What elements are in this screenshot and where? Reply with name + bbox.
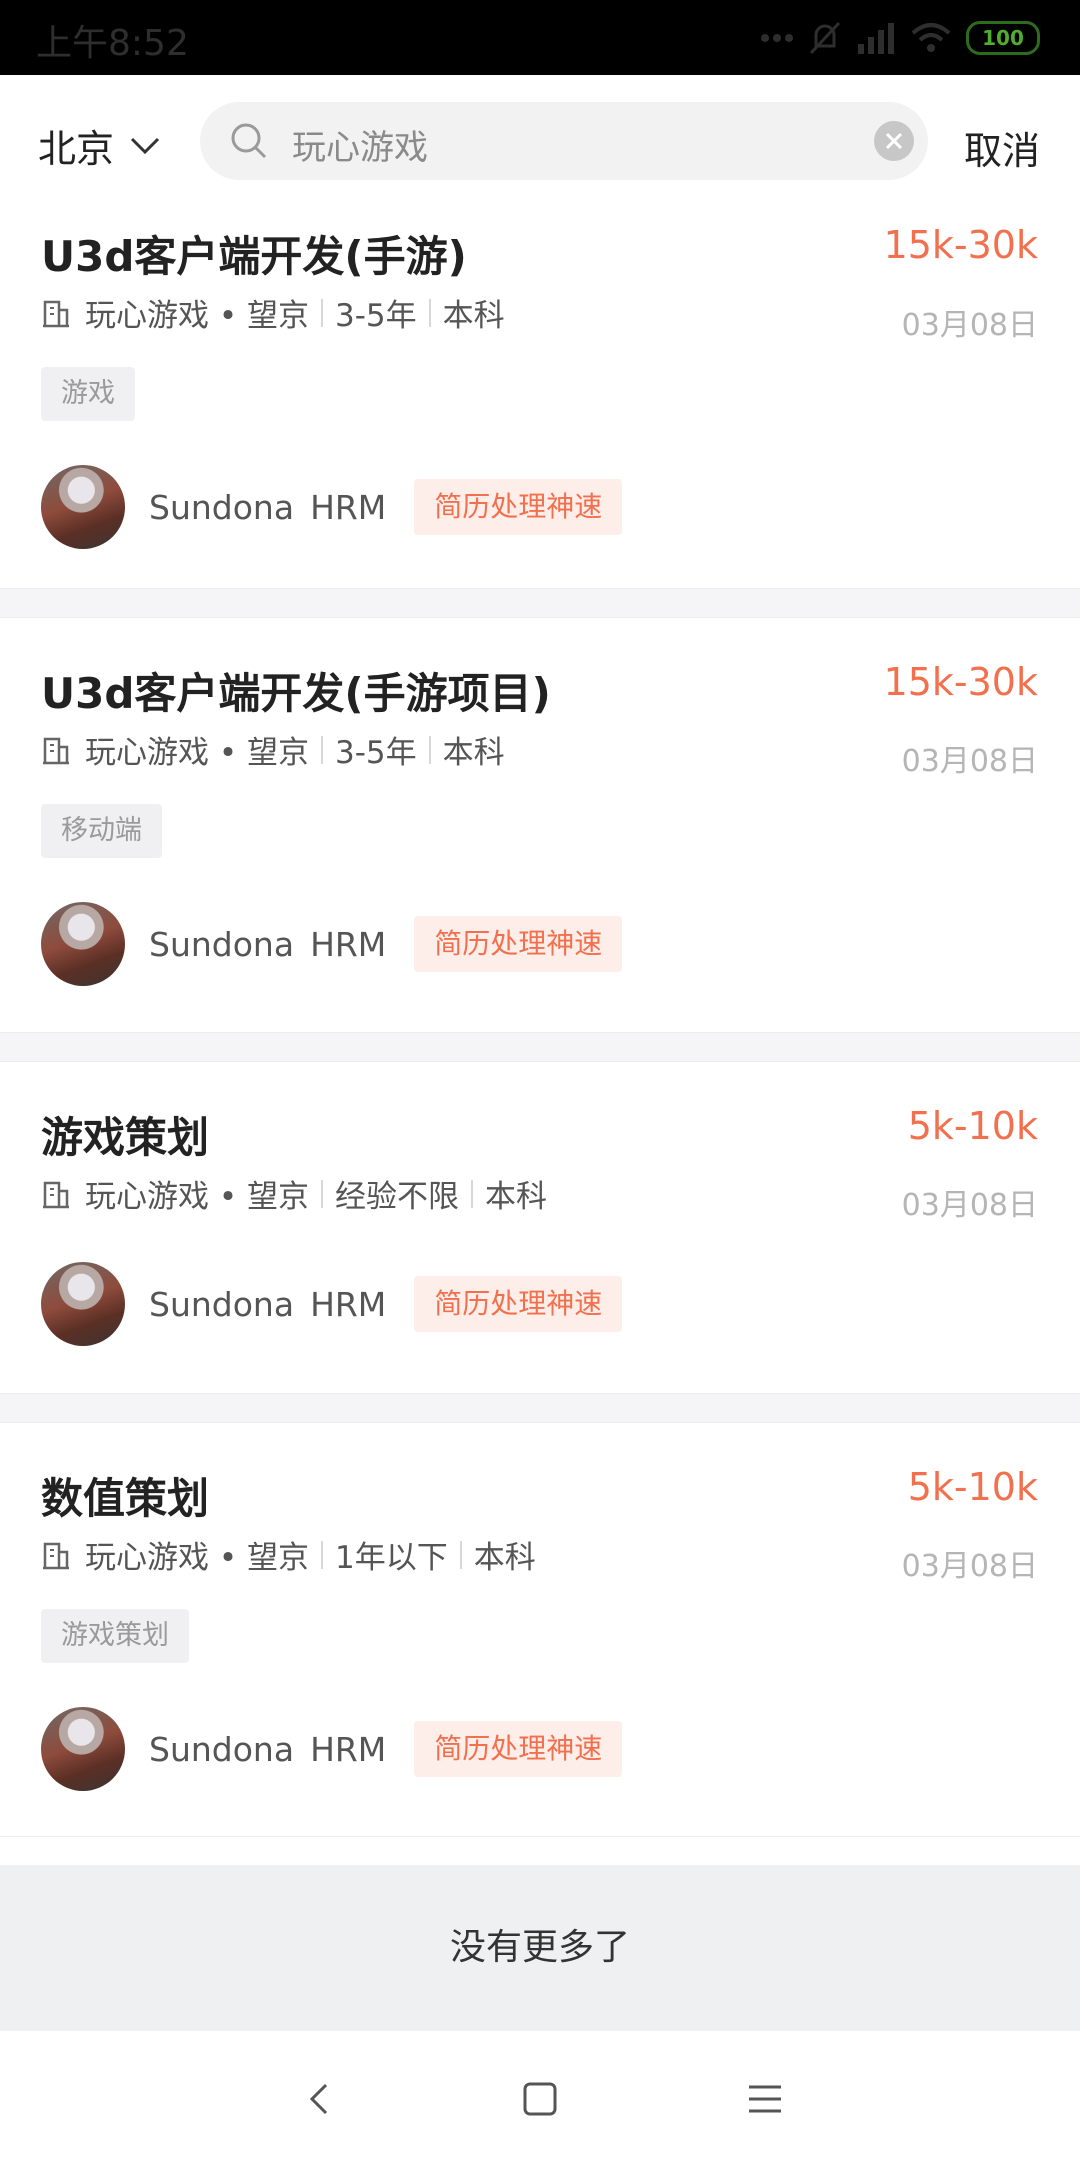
city-label: 北京 xyxy=(38,127,115,171)
recruiter-title: HRM xyxy=(310,924,387,964)
job-salary: 5k-10k xyxy=(907,1104,1038,1148)
company-location: 玩心游戏 • 望京 xyxy=(85,735,309,771)
job-card[interactable]: U3d客户端开发(手游) 15k-30k 玩心游戏 • 望京 3-5年 本科 0… xyxy=(0,205,1080,589)
meta-divider xyxy=(321,1179,323,1208)
response-badge: 简历处理神速 xyxy=(414,479,623,535)
building-icon xyxy=(43,737,69,764)
meta-divider xyxy=(321,735,323,764)
company-location: 玩心游戏 • 望京 xyxy=(85,1540,309,1576)
education: 本科 xyxy=(442,735,505,771)
city-selector[interactable]: 北京 xyxy=(38,118,160,173)
job-meta: 玩心游戏 • 望京 经验不限 本科 xyxy=(41,1171,547,1216)
home-icon[interactable] xyxy=(510,2069,570,2129)
job-salary: 15k-30k xyxy=(883,660,1038,704)
status-bar: 上午8:52 100 xyxy=(0,0,1080,75)
education: 本科 xyxy=(473,1540,536,1576)
recruiter-title: HRM xyxy=(310,1284,387,1324)
job-tag: 游戏 xyxy=(41,367,135,421)
experience: 3-5年 xyxy=(335,298,417,334)
job-salary: 5k-10k xyxy=(907,1465,1038,1509)
chevron-down-icon xyxy=(130,137,160,154)
education: 本科 xyxy=(442,298,505,334)
job-card[interactable]: 游戏策划 5k-10k 玩心游戏 • 望京 经验不限 本科 03月08日 Sun… xyxy=(0,1062,1080,1394)
mute-bell-icon xyxy=(809,21,841,55)
job-title: 数值策划 xyxy=(41,1474,210,1523)
meta-divider xyxy=(471,1179,473,1208)
job-meta: 玩心游戏 • 望京 3-5年 本科 xyxy=(41,290,505,335)
recruiter-name: Sundona xyxy=(149,1729,295,1769)
job-date: 03月08日 xyxy=(901,1549,1038,1584)
recruiter-name: Sundona xyxy=(149,924,295,964)
system-nav-bar xyxy=(0,2031,1080,2160)
job-tag: 移动端 xyxy=(41,804,162,858)
job-date: 03月08日 xyxy=(901,308,1038,343)
job-title: U3d客户端开发(手游) xyxy=(41,232,467,281)
company-location: 玩心游戏 • 望京 xyxy=(85,1179,309,1215)
clear-search-button[interactable] xyxy=(874,121,914,161)
recruiter-title: HRM xyxy=(310,487,387,527)
card-divider xyxy=(0,1033,1080,1062)
experience: 3-5年 xyxy=(335,735,417,771)
building-icon xyxy=(43,1181,69,1208)
status-icons: 100 xyxy=(760,16,1040,60)
search-input[interactable]: 玩心游戏 xyxy=(200,102,928,180)
education: 本科 xyxy=(485,1179,547,1215)
recruiter-row: Sundona HRM 简历处理神速 xyxy=(41,465,623,549)
job-salary: 15k-30k xyxy=(883,223,1038,267)
battery-indicator: 100 xyxy=(966,21,1040,55)
avatar xyxy=(41,1262,125,1346)
job-card[interactable]: 数值策划 5k-10k 玩心游戏 • 望京 1年以下 本科 03月08日 游戏策… xyxy=(0,1423,1080,1837)
recruiter-row: Sundona HRM 简历处理神速 xyxy=(41,1707,623,1791)
menu-icon[interactable] xyxy=(735,2069,795,2129)
clear-icon xyxy=(885,132,903,150)
job-tag: 游戏策划 xyxy=(41,1609,189,1663)
recruiter-name: Sundona xyxy=(149,487,295,527)
response-badge: 简历处理神速 xyxy=(414,1721,623,1777)
job-title: U3d客户端开发(手游项目) xyxy=(41,669,551,718)
more-dots-icon xyxy=(761,34,793,42)
search-header: 北京 玩心游戏 取消 xyxy=(0,75,1080,205)
back-icon[interactable] xyxy=(290,2069,350,2129)
experience: 1年以下 xyxy=(335,1540,448,1576)
job-title: 游戏策划 xyxy=(41,1113,210,1162)
building-icon xyxy=(43,1542,69,1569)
job-meta: 玩心游戏 • 望京 3-5年 本科 xyxy=(41,727,505,772)
meta-divider xyxy=(428,735,431,764)
response-badge: 简历处理神速 xyxy=(414,916,623,972)
status-time: 上午8:52 xyxy=(36,23,189,64)
signal-icon xyxy=(858,23,894,54)
job-meta: 玩心游戏 • 望京 1年以下 本科 xyxy=(41,1532,536,1577)
company-location: 玩心游戏 • 望京 xyxy=(85,298,309,334)
search-value: 玩心游戏 xyxy=(292,128,428,168)
meta-divider xyxy=(321,1540,323,1569)
avatar xyxy=(41,1707,125,1791)
job-date: 03月08日 xyxy=(901,744,1038,779)
job-list: U3d客户端开发(手游) 15k-30k 玩心游戏 • 望京 3-5年 本科 0… xyxy=(0,205,1080,1837)
response-badge: 简历处理神速 xyxy=(414,1276,623,1332)
meta-divider xyxy=(428,298,431,327)
card-divider xyxy=(0,1394,1080,1423)
job-card[interactable]: U3d客户端开发(手游项目) 15k-30k 玩心游戏 • 望京 3-5年 本科… xyxy=(0,618,1080,1033)
card-divider xyxy=(0,589,1080,618)
recruiter-name: Sundona xyxy=(149,1284,295,1324)
job-date: 03月08日 xyxy=(901,1188,1038,1223)
avatar xyxy=(41,902,125,986)
recruiter-row: Sundona HRM 简历处理神速 xyxy=(41,1262,623,1346)
experience: 经验不限 xyxy=(335,1179,459,1215)
meta-divider xyxy=(321,298,323,327)
search-icon xyxy=(231,123,267,159)
recruiter-row: Sundona HRM 简历处理神速 xyxy=(41,902,623,986)
building-icon xyxy=(43,300,69,327)
cancel-button[interactable]: 取消 xyxy=(964,120,1040,175)
meta-divider xyxy=(459,1540,462,1569)
avatar xyxy=(41,465,125,549)
no-more-label: 没有更多了 xyxy=(0,1865,1080,2031)
wifi-icon xyxy=(911,23,951,52)
recruiter-title: HRM xyxy=(310,1729,387,1769)
